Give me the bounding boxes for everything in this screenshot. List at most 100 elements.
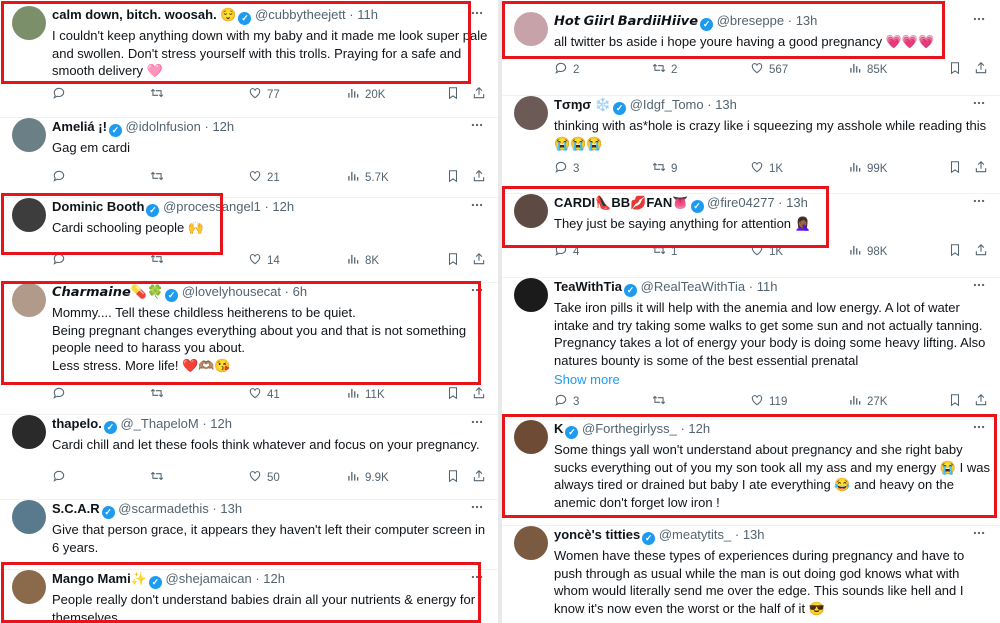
tweet[interactable]: yoncè's titties ✓ @meatytits_ · 13h Women … xyxy=(502,526,1000,623)
author-name[interactable]: Mango Mami✨ xyxy=(52,571,147,586)
bookmark-button[interactable] xyxy=(948,160,962,174)
like-button[interactable]: 1K xyxy=(750,243,783,260)
bookmark-button[interactable] xyxy=(446,469,460,483)
share-button[interactable] xyxy=(472,252,486,266)
bookmark-button[interactable] xyxy=(446,169,460,183)
author-handle[interactable]: @cubbytheejett xyxy=(255,7,346,22)
share-button[interactable] xyxy=(974,160,988,174)
more-options-icon[interactable] xyxy=(470,6,484,23)
bookmark-button[interactable] xyxy=(948,393,962,407)
show-more-link[interactable]: Show more xyxy=(554,371,990,389)
author-handle[interactable]: @idolnfusion xyxy=(126,119,201,134)
author-handle[interactable]: @processangel1 xyxy=(163,199,261,214)
more-options-icon[interactable] xyxy=(972,420,986,437)
author-handle[interactable]: @meatytits_ xyxy=(659,527,731,542)
retweet-button[interactable] xyxy=(150,169,169,186)
timestamp[interactable]: 13h xyxy=(220,501,242,516)
more-options-icon[interactable] xyxy=(470,415,484,432)
reply-button[interactable] xyxy=(52,252,71,269)
avatar[interactable] xyxy=(12,118,46,152)
reply-button[interactable]: 4 xyxy=(554,243,579,260)
like-button[interactable]: 1K xyxy=(750,160,783,177)
author-handle[interactable]: @fire04277 xyxy=(707,195,774,210)
reply-button[interactable] xyxy=(52,469,71,486)
author-name[interactable]: CARDI👠BB💋FAN👅 xyxy=(554,195,689,210)
avatar[interactable] xyxy=(514,278,548,312)
avatar[interactable] xyxy=(514,96,548,130)
more-options-icon[interactable] xyxy=(470,570,484,587)
share-button[interactable] xyxy=(472,469,486,483)
more-options-icon[interactable] xyxy=(972,194,986,211)
share-button[interactable] xyxy=(974,243,988,257)
views-button[interactable]: 27K xyxy=(848,393,887,410)
views-button[interactable]: 85K xyxy=(848,61,887,78)
author-name[interactable]: thapelo. xyxy=(52,416,102,431)
retweet-button[interactable]: 9 xyxy=(652,160,677,177)
avatar[interactable] xyxy=(12,570,46,604)
views-button[interactable]: 99K xyxy=(848,160,887,177)
bookmark-button[interactable] xyxy=(446,252,460,266)
views-button[interactable]: 9.9K xyxy=(346,469,389,486)
timestamp[interactable]: 12h xyxy=(688,421,710,436)
timestamp[interactable]: 6h xyxy=(293,284,307,299)
more-options-icon[interactable] xyxy=(972,96,986,113)
avatar[interactable] xyxy=(12,415,46,449)
author-handle[interactable]: @breseppe xyxy=(717,13,784,28)
author-handle[interactable]: @RealTeaWithTia xyxy=(641,279,745,294)
tweet[interactable]: Mango Mami✨ ✓ @shejamaican · 12h People re… xyxy=(0,570,498,623)
author-name[interactable]: 𝘾𝙝𝙖𝙧𝙢𝙖𝙞𝙣𝙚💊🍀 xyxy=(52,284,163,299)
timestamp[interactable]: 12h xyxy=(210,416,232,431)
author-name[interactable]: Ameliá ¡! xyxy=(52,119,107,134)
avatar[interactable] xyxy=(514,12,548,46)
reply-button[interactable] xyxy=(52,86,71,103)
timestamp[interactable]: 12h xyxy=(263,571,285,586)
author-handle[interactable]: @lovelyhousecat xyxy=(182,284,281,299)
avatar[interactable] xyxy=(514,194,548,228)
like-button[interactable]: 21 xyxy=(248,169,280,186)
avatar[interactable] xyxy=(12,198,46,232)
share-button[interactable] xyxy=(472,169,486,183)
like-button[interactable]: 77 xyxy=(248,86,280,103)
avatar[interactable] xyxy=(514,526,548,560)
reply-button[interactable]: 3 xyxy=(554,393,579,410)
author-handle[interactable]: @Idgf_Tomo xyxy=(630,97,704,112)
tweet[interactable]: K ✓ @Forthegirlyss_ · 12h Some things yall… xyxy=(502,420,1000,526)
views-button[interactable]: 8K xyxy=(346,252,379,269)
retweet-button[interactable]: 1 xyxy=(652,243,677,260)
timestamp[interactable]: 12h xyxy=(272,199,294,214)
share-button[interactable] xyxy=(472,386,486,400)
like-button[interactable]: 14 xyxy=(248,252,280,269)
author-name[interactable]: K xyxy=(554,421,563,436)
author-handle[interactable]: @scarmadethis xyxy=(118,501,209,516)
more-options-icon[interactable] xyxy=(972,12,986,29)
retweet-button[interactable] xyxy=(150,469,169,486)
author-name[interactable]: Tσɱσ ❄️ xyxy=(554,97,611,112)
avatar[interactable] xyxy=(12,283,46,317)
reply-button[interactable] xyxy=(52,386,71,403)
bookmark-button[interactable] xyxy=(446,86,460,100)
timestamp[interactable]: 11h xyxy=(757,279,778,294)
like-button[interactable]: 41 xyxy=(248,386,280,403)
tweet[interactable]: Tσɱσ ❄️ ✓ @Idgf_Tomo · 13h thinking with a… xyxy=(502,96,1000,194)
retweet-button[interactable]: 2 xyxy=(652,61,677,78)
bookmark-button[interactable] xyxy=(948,61,962,75)
avatar[interactable] xyxy=(12,500,46,534)
more-options-icon[interactable] xyxy=(972,526,986,543)
retweet-button[interactable] xyxy=(150,252,169,269)
retweet-button[interactable] xyxy=(150,386,169,403)
timestamp[interactable]: 13h xyxy=(715,97,737,112)
avatar[interactable] xyxy=(514,420,548,454)
author-name[interactable]: S.C.A.R xyxy=(52,501,100,516)
author-name[interactable]: TeaWithTia xyxy=(554,279,622,294)
retweet-button[interactable] xyxy=(150,86,169,103)
author-name[interactable]: 𝙃𝙤𝙩 𝙂𝙞𝙞𝙧𝙡 𝘽𝙖𝙧𝙙𝙞𝙞𝙃𝙞𝙞𝙫𝙚 xyxy=(554,13,698,28)
timestamp[interactable]: 11h xyxy=(357,7,378,22)
tweet[interactable]: CARDI👠BB💋FAN👅 ✓ @fire04277 · 13h They just… xyxy=(502,194,1000,278)
share-button[interactable] xyxy=(472,86,486,100)
reply-button[interactable]: 2 xyxy=(554,61,579,78)
like-button[interactable]: 119 xyxy=(750,393,787,410)
tweet[interactable]: Dominic Booth ✓ @processangel1 · 12h Cardi… xyxy=(0,198,498,283)
share-button[interactable] xyxy=(974,61,988,75)
views-button[interactable]: 20K xyxy=(346,86,385,103)
like-button[interactable]: 50 xyxy=(248,469,280,486)
